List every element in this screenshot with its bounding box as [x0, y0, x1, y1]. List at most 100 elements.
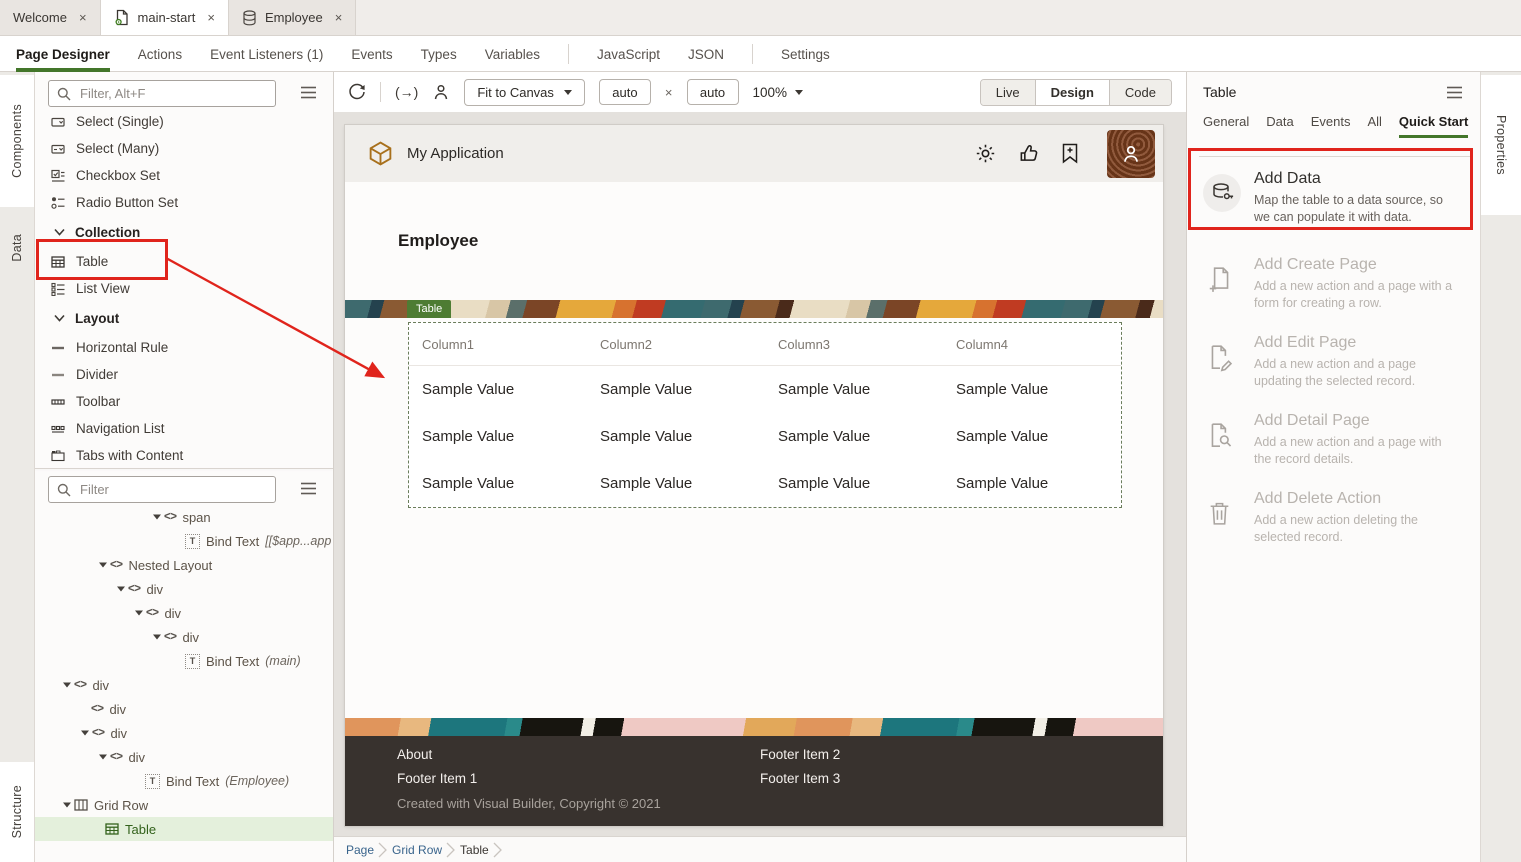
- thumbs-up-icon[interactable]: [1018, 143, 1039, 164]
- column-header[interactable]: Column1: [409, 323, 587, 365]
- component-item-select-single[interactable]: Select (Single): [35, 108, 333, 135]
- component-item-divider[interactable]: Divider: [35, 361, 333, 388]
- tab-quick-start[interactable]: Quick Start: [1399, 114, 1468, 138]
- footer-link-item2[interactable]: Footer Item 2: [760, 747, 840, 762]
- user-preview-icon[interactable]: [432, 83, 450, 101]
- caret-down-icon[interactable]: [59, 682, 74, 688]
- close-icon[interactable]: ×: [79, 10, 87, 25]
- tab-employee[interactable]: Employee ×: [229, 0, 356, 35]
- tab-main-start[interactable]: main-start ×: [101, 0, 229, 35]
- tree-node-div[interactable]: <> div: [35, 625, 333, 649]
- table-cell: Sample Value: [409, 366, 587, 413]
- tab-all[interactable]: All: [1367, 114, 1381, 138]
- column-header[interactable]: Column3: [765, 323, 943, 365]
- canvas-height-input[interactable]: [687, 79, 739, 105]
- component-item-radio-button-set[interactable]: Radio Button Set: [35, 189, 333, 216]
- component-item-horizontal-rule[interactable]: Horizontal Rule: [35, 334, 333, 361]
- nav-types[interactable]: Types: [421, 37, 457, 71]
- tree-node-bind-text[interactable]: T Bind Text [[$app...app: [35, 529, 333, 553]
- tree-node-bind-text[interactable]: T Bind Text (Employee): [35, 769, 333, 793]
- tree-node-div[interactable]: <> div: [35, 601, 333, 625]
- footer-link-about[interactable]: About: [397, 747, 432, 762]
- tab-data[interactable]: Data: [1266, 114, 1293, 138]
- footer-link-item3[interactable]: Footer Item 3: [760, 771, 840, 786]
- gear-icon[interactable]: [975, 143, 996, 164]
- rail-tab-structure[interactable]: Structure: [0, 762, 34, 862]
- table-row[interactable]: Sample Value Sample Value Sample Value S…: [409, 413, 1121, 460]
- zoom-select[interactable]: 100%: [753, 85, 804, 100]
- close-icon[interactable]: ×: [207, 10, 215, 25]
- zoom-value: 100%: [753, 85, 788, 100]
- mode-live-button[interactable]: Live: [981, 80, 1035, 105]
- section-collection[interactable]: Collection: [35, 216, 333, 248]
- nav-events[interactable]: Events: [351, 37, 392, 71]
- caret-down-icon[interactable]: [77, 730, 92, 736]
- tree-node-div[interactable]: <> div: [35, 697, 333, 721]
- footer-link-item1[interactable]: Footer Item 1: [397, 771, 477, 786]
- tab-general[interactable]: General: [1203, 114, 1249, 138]
- nav-javascript[interactable]: JavaScript: [597, 37, 660, 71]
- rail-tab-components[interactable]: Components: [0, 75, 34, 207]
- avatar[interactable]: [1107, 130, 1155, 178]
- nav-variables[interactable]: Variables: [485, 37, 540, 71]
- component-item-table[interactable]: Table: [35, 248, 333, 275]
- tab-welcome[interactable]: Welcome ×: [0, 0, 101, 35]
- caret-down-icon[interactable]: [95, 754, 110, 760]
- nav-page-designer[interactable]: Page Designer: [16, 37, 110, 71]
- tree-node-div[interactable]: <> div: [35, 721, 333, 745]
- tree-node-bind-text[interactable]: T Bind Text (main): [35, 649, 333, 673]
- canvas-width-input[interactable]: [599, 79, 651, 105]
- caret-down-icon[interactable]: [149, 634, 164, 640]
- nav-actions[interactable]: Actions: [138, 37, 182, 71]
- tree-node-div[interactable]: <> div: [35, 577, 333, 601]
- tree-node-nested-layout[interactable]: <> Nested Layout: [35, 553, 333, 577]
- nav-settings[interactable]: Settings: [781, 37, 830, 71]
- structure-filter-input[interactable]: [78, 481, 267, 498]
- tree-node-div[interactable]: <> div: [35, 673, 333, 697]
- properties-menu-icon[interactable]: [1446, 86, 1464, 100]
- tree-node-div[interactable]: <> div: [35, 745, 333, 769]
- tab-events[interactable]: Events: [1311, 114, 1351, 138]
- components-filter-input[interactable]: [78, 85, 267, 102]
- caret-down-icon[interactable]: [131, 610, 146, 616]
- code-tag-icon: <>: [74, 679, 86, 691]
- table-row[interactable]: Sample Value Sample Value Sample Value S…: [409, 366, 1121, 413]
- structure-menu-icon[interactable]: [300, 482, 318, 496]
- component-item-select-many[interactable]: Select (Many): [35, 135, 333, 162]
- mode-design-button[interactable]: Design: [1035, 80, 1109, 105]
- bookmark-plus-icon[interactable]: [1061, 143, 1079, 164]
- close-icon[interactable]: ×: [335, 10, 343, 25]
- rail-tab-properties[interactable]: Properties: [1481, 75, 1521, 215]
- table-row[interactable]: Sample Value Sample Value Sample Value S…: [409, 460, 1121, 507]
- breadcrumb-table[interactable]: Table: [460, 843, 489, 857]
- component-item-toolbar[interactable]: Toolbar: [35, 388, 333, 415]
- tree-node-span[interactable]: <> span: [35, 505, 333, 529]
- rail-tab-data[interactable]: Data: [0, 207, 34, 289]
- component-item-tabs-with-content[interactable]: Tabs with Content: [35, 442, 333, 469]
- caret-down-icon[interactable]: [149, 514, 164, 520]
- chevron-right-icon: [376, 841, 390, 859]
- refresh-icon[interactable]: [348, 83, 366, 101]
- nav-json[interactable]: JSON: [688, 37, 724, 71]
- tree-node-grid-row[interactable]: Grid Row: [35, 793, 333, 817]
- component-item-list-view[interactable]: List View: [35, 275, 333, 302]
- table-component[interactable]: Column1 Column2 Column3 Column4 Sample V…: [408, 322, 1122, 508]
- breadcrumb-grid-row[interactable]: Grid Row: [392, 843, 442, 857]
- breadcrumb-page[interactable]: Page: [346, 843, 374, 857]
- column-header[interactable]: Column2: [587, 323, 765, 365]
- fit-to-canvas-select[interactable]: Fit to Canvas: [464, 79, 585, 106]
- nav-event-listeners[interactable]: Event Listeners (1): [210, 37, 323, 71]
- tree-node-table-selected[interactable]: Table: [35, 817, 333, 841]
- component-item-navigation-list[interactable]: Navigation List: [35, 415, 333, 442]
- components-menu-icon[interactable]: [300, 86, 318, 100]
- caret-down-icon[interactable]: [59, 802, 74, 808]
- quick-start-add-data[interactable]: Add Data Map the table to a data source,…: [1187, 158, 1474, 244]
- section-layout[interactable]: Layout: [35, 302, 333, 334]
- mode-code-button[interactable]: Code: [1109, 80, 1171, 105]
- quick-start-add-detail-page: Add Detail Page Add a new action and a p…: [1187, 400, 1474, 478]
- column-header[interactable]: Column4: [943, 323, 1121, 365]
- caret-down-icon[interactable]: [95, 562, 110, 568]
- caret-down-icon[interactable]: [113, 586, 128, 592]
- live-variables-icon[interactable]: (→): [395, 84, 418, 100]
- component-item-checkbox-set[interactable]: Checkbox Set: [35, 162, 333, 189]
